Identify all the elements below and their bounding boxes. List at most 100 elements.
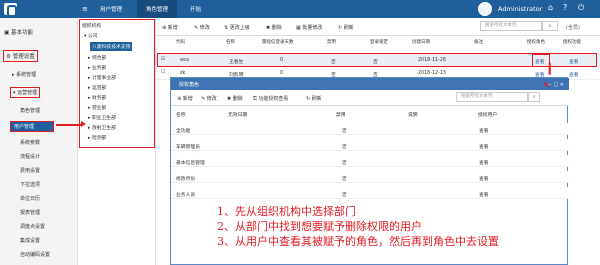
list-item[interactable]: 修改月份 否 查看 — [171, 171, 569, 183]
batch-edit-button[interactable]: ▦ 批量修改 — [296, 24, 322, 31]
dialog-edit-button[interactable]: ✎ 修改 — [201, 95, 217, 102]
sidebar-item-workflow[interactable]: 流程设计 — [20, 153, 40, 160]
instruction-line: 1、先从组织机构中选择部门 — [217, 205, 356, 218]
delete-icon: ✖ — [266, 25, 271, 31]
sidebar-item-roles[interactable]: 角色管理 — [20, 107, 40, 114]
dialog-title: 授权角色 — [179, 82, 200, 88]
sidebar-item-reports[interactable]: 报表管理 — [20, 209, 40, 216]
refresh-icon: ↻ — [338, 25, 343, 31]
role-name: 业务人员 — [176, 193, 196, 198]
role-disabled: 否 — [342, 193, 347, 198]
dialog-header-expire[interactable]: 无效日期 — [228, 111, 247, 118]
dialog-refresh-button[interactable]: ↻ 刷新 — [306, 95, 322, 102]
power-icon[interactable]: ⏻ — [578, 4, 584, 12]
batch-icon: ▦ — [296, 25, 301, 31]
arrow-annotation — [549, 62, 551, 75]
arrow-tip — [81, 121, 86, 127]
move-button[interactable]: ⇅ 更改上级 — [224, 24, 250, 31]
sidebar-item-dispatch[interactable]: 调度点设置 — [20, 223, 45, 230]
search-icon[interactable]: ⌕ — [542, 21, 558, 31]
cell-days: 0 — [280, 71, 284, 76]
view-functions-link[interactable]: 查看 — [569, 71, 579, 78]
view-users-link[interactable]: 查看 — [479, 191, 489, 198]
dialog-new-button[interactable]: ⊕ 新增 — [177, 95, 193, 102]
role-link-highlight — [532, 54, 550, 67]
dialog-assign-button[interactable]: ⚿ 功能授权查看 — [253, 95, 288, 102]
user-avatar[interactable] — [478, 2, 492, 16]
user-name[interactable]: Administrator — [498, 5, 542, 13]
view-users-link[interactable]: 查看 — [479, 175, 489, 182]
dialog-header-user[interactable]: 授权用户 — [478, 111, 497, 118]
row-checkbox[interactable]: ☐ — [161, 70, 165, 75]
edit-button[interactable]: ✎ 修改 — [194, 24, 210, 31]
dialog-window-controls[interactable]: － □ ✕ — [547, 81, 564, 88]
tab-start[interactable]: 开始 — [190, 5, 201, 13]
app-logo — [4, 3, 17, 17]
sidebar-item-system[interactable]: ▸ 系统管理 — [12, 71, 36, 78]
dialog-delete-button[interactable]: ✖ 删除 — [227, 95, 243, 102]
column-header-note[interactable]: 备注 — [474, 39, 483, 45]
selected-row-highlight — [157, 53, 597, 67]
sidebar-item-basic[interactable]: ▣ 基本功能 — [4, 28, 33, 36]
sidebar-item-management[interactable]: ⚙ 管理设置 — [3, 50, 38, 62]
list-item[interactable]: 基本信息管理 否 查看 — [171, 155, 569, 167]
search-input[interactable]: 搜索所有文本列 — [480, 21, 542, 31]
role-name: 修改月份 — [176, 177, 196, 182]
tree-node[interactable]: ▸ 综合部 — [88, 54, 106, 61]
search-icon[interactable]: ⌕ — [528, 92, 540, 102]
tree-node[interactable]: ▸ 业务部 — [88, 64, 106, 71]
dialog-header: 授权角色 － □ ✕ — [171, 78, 569, 90]
help-icon[interactable]: ? — [563, 4, 567, 12]
column-header-locked[interactable]: 登录锁定 — [370, 39, 388, 45]
dialog-search-input[interactable]: 搜索所有文本列 — [456, 92, 528, 102]
column-header-role[interactable]: 授权角色 — [527, 39, 545, 45]
tab-user-management[interactable]: 用户管理 — [100, 5, 122, 13]
menu-icon[interactable]: ≡ — [82, 5, 88, 13]
column-header-name[interactable]: 名称 — [226, 39, 235, 45]
cell-code: zk — [180, 71, 186, 76]
column-header-code[interactable]: 代码 — [176, 39, 185, 45]
dialog-header-name[interactable]: 名称 — [176, 111, 186, 118]
tree-node[interactable]: ▸ 计量事业部 — [88, 74, 116, 81]
sidebar-item-parameters[interactable]: 系统参数 — [20, 139, 40, 146]
key-icon: ⚿ — [253, 96, 257, 102]
delete-button[interactable]: ✖ 删除 — [266, 24, 282, 31]
sidebar-item-dropdowns[interactable]: 下拉选项 — [20, 181, 40, 188]
view-users-link[interactable]: 查看 — [479, 143, 489, 150]
plus-icon: ⊕ — [162, 25, 167, 31]
sidebar-item-autocode[interactable]: 自动编码设置 — [20, 251, 50, 258]
scope-select[interactable]: (全员) — [566, 24, 580, 31]
sidebar-item-operations[interactable]: ▾ 运营管理 — [10, 87, 41, 98]
org-tree-title: 组织机构 — [82, 24, 102, 29]
home-icon: ▣ — [4, 30, 11, 36]
tree-node[interactable]: ▸ 营业部 — [88, 104, 106, 111]
list-item[interactable]: 业务人员 否 查看 — [171, 187, 569, 199]
list-item[interactable]: 全功能 否 查看 — [171, 123, 569, 135]
tree-node[interactable]: ▸ 检测部 — [88, 134, 106, 141]
column-header-disabled[interactable]: 禁用 — [327, 39, 336, 45]
tab-role-management[interactable]: 角色管理 — [137, 0, 178, 18]
role-name: 全功能 — [176, 129, 191, 134]
sidebar-item-fees[interactable]: 费用设置 — [20, 167, 40, 174]
new-button[interactable]: ⊕ 新增 — [162, 24, 178, 31]
tree-node[interactable]: ▸ 财务部 — [88, 94, 106, 101]
tree-node[interactable]: ▸ 职业卫生部 — [88, 114, 116, 121]
column-header-func[interactable]: 授权功能 — [563, 39, 581, 45]
sidebar-item-integration[interactable]: 集成设置 — [20, 237, 40, 244]
lock-icon[interactable]: ⌂ — [548, 4, 553, 12]
view-users-link[interactable]: 查看 — [479, 127, 489, 134]
dialog-header-disabled[interactable]: 禁用 — [336, 111, 346, 118]
tree-node[interactable]: ▸ 放射卫生部 — [88, 124, 116, 131]
sidebar-item-calendar[interactable]: 单位日历 — [20, 195, 40, 202]
tree-node-root[interactable]: ▾ 公司 — [84, 32, 98, 39]
column-header-days[interactable]: 需短信登录天数 — [262, 39, 294, 45]
column-header-created[interactable]: 创建日期 — [412, 39, 430, 45]
tree-node[interactable]: ▸ 运营部 — [88, 84, 106, 91]
list-item[interactable]: 车辆管理员 否 查看 — [171, 139, 569, 151]
refresh-button[interactable]: ↻ 刷新 — [338, 24, 354, 31]
dialog-header-desc[interactable]: 说明 — [408, 111, 418, 118]
role-disabled: 否 — [342, 129, 347, 134]
tree-node-support[interactable]: 八骏科技技术支持 — [90, 42, 133, 51]
view-users-link[interactable]: 查看 — [479, 159, 489, 166]
sidebar-item-users[interactable]: 用户管理 — [10, 121, 54, 132]
